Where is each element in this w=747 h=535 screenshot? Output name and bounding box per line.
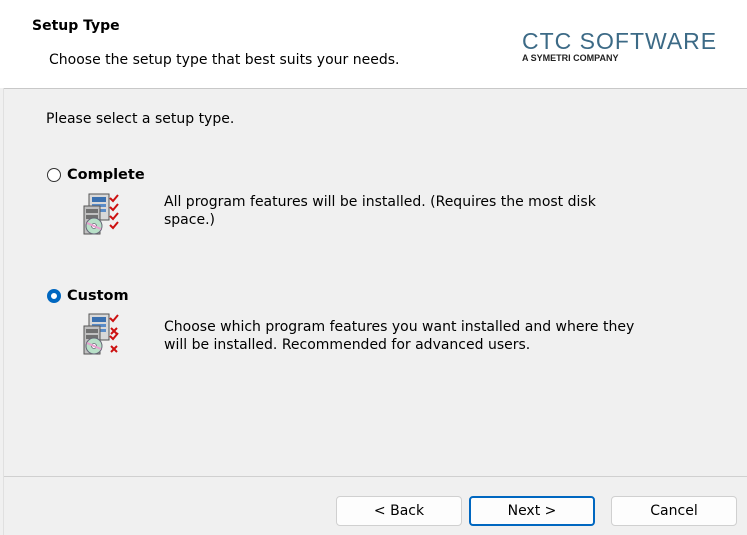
company-logo: CTC SOFTWARE A SYMETRI COMPANY (522, 28, 747, 68)
back-button[interactable]: < Back (336, 496, 462, 526)
option-complete-label[interactable]: Complete (67, 167, 145, 183)
radio-custom[interactable] (47, 289, 61, 303)
radio-complete[interactable] (47, 168, 61, 182)
left-border (0, 88, 4, 535)
option-custom-description: Choose which program features you want i… (164, 319, 635, 353)
logo-main-text: CTC SOFTWARE (522, 28, 718, 54)
footer-separator (4, 476, 747, 477)
option-complete[interactable]: Complete (47, 167, 145, 183)
complete-setup-icon (74, 192, 122, 238)
header-banner: Setup Type Choose the setup type that be… (0, 0, 747, 89)
page-title: Setup Type (32, 18, 120, 34)
cancel-button[interactable]: Cancel (611, 496, 737, 526)
setup-window: Setup Type Choose the setup type that be… (0, 0, 747, 535)
next-button[interactable]: Next > (469, 496, 595, 526)
setup-prompt: Please select a setup type. (46, 111, 235, 127)
option-complete-description: All program features will be installed. … (164, 194, 596, 228)
page-subtitle: Choose the setup type that best suits yo… (49, 52, 400, 68)
option-custom[interactable]: Custom (47, 288, 129, 304)
option-custom-label[interactable]: Custom (67, 288, 129, 304)
logo-sub-text: A SYMETRI COMPANY (522, 53, 619, 63)
custom-setup-icon (74, 312, 122, 358)
